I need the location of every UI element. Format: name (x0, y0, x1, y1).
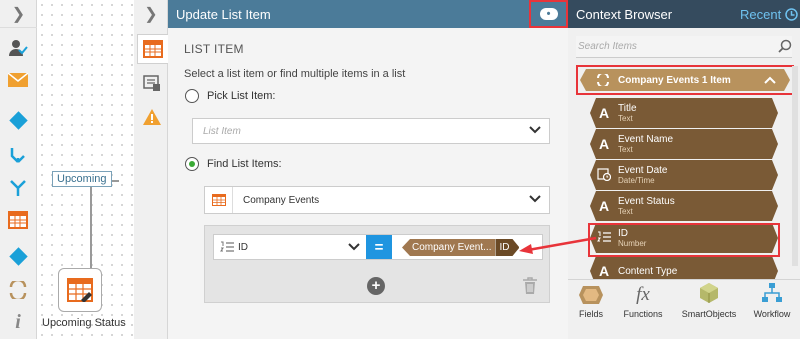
field-name: Title (618, 102, 637, 114)
warning-icon (142, 109, 161, 125)
list-item-icon (67, 278, 93, 302)
tab-configure[interactable] (137, 34, 168, 64)
chevron-down-icon (529, 126, 541, 134)
section-description: Select a list item or find multiple item… (184, 68, 406, 80)
id-field-highlight (588, 223, 780, 257)
search-input[interactable]: Search Items (576, 36, 792, 58)
tab-properties[interactable] (136, 68, 167, 98)
workflow-label: Workflow (753, 309, 791, 319)
panel-title: Update List Item (168, 0, 568, 28)
decision-diamond-icon[interactable] (6, 244, 30, 268)
list-item-placeholder: List Item (203, 125, 241, 137)
functions-icon: fx (636, 284, 650, 305)
field-item-content-type[interactable]: A Content Type (590, 256, 778, 280)
merge-icon[interactable] (6, 176, 30, 200)
field-item-event-name[interactable]: A Event Name Text (590, 129, 778, 159)
text-icon: A (598, 263, 610, 279)
email-icon[interactable] (6, 68, 30, 92)
operator-button[interactable]: = (366, 235, 392, 259)
search-placeholder: Search Items (578, 41, 637, 52)
company-events-group[interactable]: Company Events 1 Item (576, 65, 794, 95)
find-list-items-radio[interactable] (185, 157, 199, 171)
step-label: Upcoming Status (42, 317, 126, 329)
fields-tab[interactable]: Fields (578, 286, 604, 319)
red-arrow-annotation (519, 236, 597, 254)
collapse-chevron-icon[interactable]: ❯ (0, 0, 37, 28)
reference-chip[interactable]: Company Event... ID (402, 239, 519, 256)
field-item-event-date[interactable]: Event Date Date/Time (590, 160, 778, 190)
field-type: Text (618, 144, 633, 154)
add-filter-button[interactable]: + (367, 277, 385, 295)
pick-list-item-radio[interactable] (185, 89, 199, 103)
workflow-canvas[interactable]: Upcoming Upcoming Status (37, 0, 134, 339)
text-icon: A (598, 198, 610, 214)
field-name: Event Name (618, 133, 674, 145)
field-name: Content Type (618, 265, 678, 277)
workflow-icon (762, 283, 782, 302)
workflow-tab[interactable]: Workflow (752, 283, 792, 319)
filter-field-value: ID (238, 241, 248, 253)
list-loop-icon (596, 74, 610, 86)
filter-box: ID = Company Event... ID + (204, 225, 550, 303)
connector-line (90, 180, 119, 268)
user-task-icon[interactable] (6, 36, 30, 60)
decision-diamond-icon[interactable] (6, 108, 30, 132)
scrollbar[interactable] (792, 66, 798, 266)
update-list-item-panel: LIST ITEM Select a list item or find mul… (168, 28, 568, 339)
loop-icon[interactable] (6, 278, 30, 302)
list-select-value: Company Events (243, 194, 320, 206)
chevron-down-icon (529, 195, 541, 203)
field-name: Event Date (618, 164, 668, 176)
reference-name: Company Event... (402, 239, 496, 256)
functions-tab[interactable]: fx Functions (623, 284, 663, 319)
fields-label: Fields (578, 309, 603, 319)
split-icon[interactable] (6, 144, 30, 168)
text-icon: A (598, 136, 610, 152)
list-select-dropdown[interactable]: Company Events (204, 186, 550, 214)
field-item-title[interactable]: A Title Text (590, 98, 778, 128)
field-type: Date/Time (618, 175, 655, 185)
functions-label: Functions (623, 309, 663, 319)
field-name: Event Status (618, 195, 675, 207)
recent-label: Recent (740, 6, 782, 22)
info-icon[interactable]: i (6, 310, 30, 334)
filter-field-select[interactable]: ID (214, 235, 366, 259)
upcoming-line-label[interactable]: Upcoming (52, 171, 112, 187)
text-icon: A (598, 105, 610, 121)
clock-icon (785, 7, 798, 21)
chevron-down-icon (348, 243, 360, 251)
date-icon (590, 167, 618, 184)
fields-icon (579, 286, 603, 304)
smartobjects-tab[interactable]: SmartObjects (680, 283, 738, 319)
pick-list-item-label: Pick List Item: (207, 90, 276, 102)
collapse-chevron-icon[interactable]: ❯ (134, 0, 168, 28)
field-item-event-status[interactable]: A Event Status Text (590, 191, 778, 221)
context-browser-footer: Fields fx Functions SmartObjects Workflo… (568, 279, 800, 339)
field-type: Text (618, 113, 633, 123)
search-icon[interactable] (778, 39, 792, 53)
list-item-dropdown[interactable]: List Item (192, 118, 550, 144)
section-title: LIST ITEM (184, 42, 244, 56)
upcoming-status-step[interactable] (58, 268, 102, 312)
expand-icon: • (539, 8, 558, 20)
chevron-up-icon (764, 76, 776, 84)
trash-icon[interactable] (522, 277, 538, 295)
properties-icon (142, 75, 160, 91)
tab-warnings[interactable] (136, 102, 167, 132)
list-icon (205, 187, 233, 213)
side-tabs: ❯ (134, 0, 168, 339)
smartobjects-icon (700, 283, 718, 303)
left-toolbar: ❯ i (0, 0, 37, 339)
field-type: Text (618, 206, 633, 216)
list-item-icon[interactable] (6, 208, 30, 232)
list-item-icon (143, 40, 163, 58)
group-label: Company Events 1 Item (618, 74, 731, 86)
find-list-items-label: Find List Items: (207, 158, 282, 170)
smartobjects-label: SmartObjects (681, 309, 737, 319)
number-list-icon (220, 241, 234, 252)
filter-row: ID = Company Event... ID (213, 234, 543, 260)
reference-field: ID (495, 239, 519, 256)
recent-button[interactable]: Recent (740, 0, 798, 28)
pin-button[interactable]: • (529, 0, 568, 28)
